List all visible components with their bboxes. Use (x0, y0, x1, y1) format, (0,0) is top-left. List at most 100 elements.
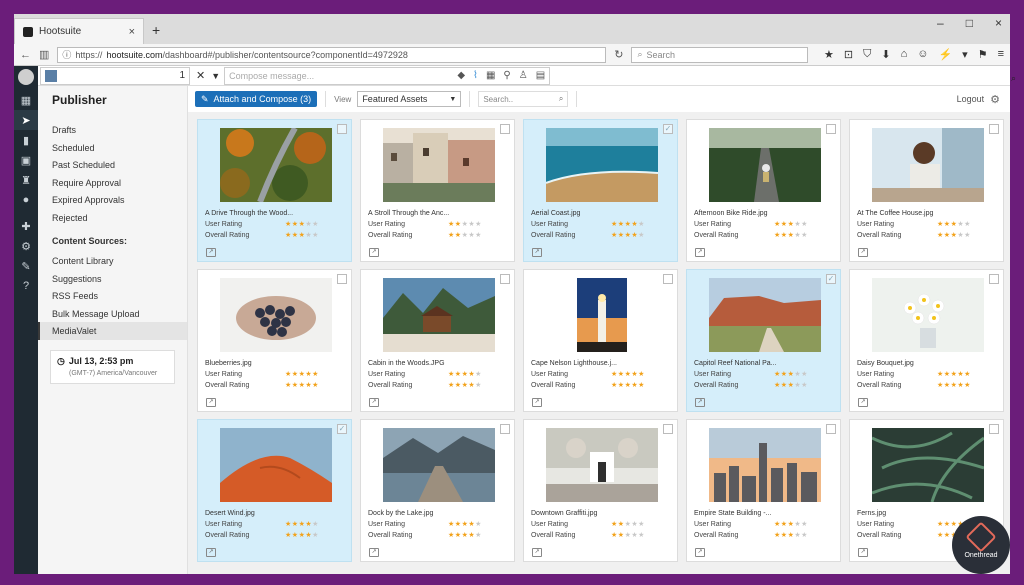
sidebar-item-suggestions[interactable]: Suggestions (38, 270, 187, 288)
bookmark-star-icon[interactable]: ★ (824, 48, 834, 61)
home-icon[interactable]: ⌂ (901, 48, 908, 61)
asset-thumbnail[interactable] (220, 128, 332, 202)
user-rating-stars[interactable]: ★★★★★ (285, 520, 319, 528)
location-icon[interactable]: ⚲ (503, 70, 510, 81)
download-icon[interactable]: ⬇ (881, 48, 890, 61)
asset-card[interactable]: ✓ Aerial Coast.jpg User Rating ★★★★★ Overall… (523, 119, 678, 262)
back-icon[interactable]: ← (20, 49, 31, 61)
search-icon[interactable]: ⌕ (559, 94, 563, 104)
asset-checkbox[interactable] (989, 124, 999, 134)
tag-icon[interactable]: ◆ (457, 70, 465, 81)
contests-icon[interactable]: ♜ (14, 170, 38, 190)
asset-thumbnail[interactable] (872, 278, 984, 352)
user-rating-stars[interactable]: ★★★★★ (937, 220, 971, 228)
minimize-button[interactable]: – (937, 16, 944, 30)
asset-card[interactable]: A Stroll Through the Anc... User Rating ★★… (360, 119, 515, 262)
user-rating-stars[interactable]: ★★★★★ (285, 370, 319, 378)
asset-checkbox[interactable]: ✓ (826, 274, 836, 284)
user-rating-stars[interactable]: ★★★★★ (448, 220, 482, 228)
share-icon[interactable]: ↗ (858, 548, 868, 557)
asset-thumbnail[interactable] (709, 278, 821, 352)
asset-card[interactable]: Empire State Building -... User Rating ★★★… (686, 419, 841, 562)
asset-card[interactable]: Daisy Bouquet.jpg User Rating ★★★★★ Overall… (849, 269, 1004, 412)
user-rating-stars[interactable]: ★★★★★ (774, 370, 808, 378)
asset-thumbnail[interactable] (383, 278, 495, 352)
asset-thumbnail[interactable] (577, 278, 627, 352)
share-icon[interactable]: ↗ (532, 398, 542, 407)
asset-checkbox[interactable] (826, 424, 836, 434)
sidebar-item-rejected[interactable]: Rejected (38, 209, 187, 227)
clipboard-icon[interactable]: ⊡ (844, 48, 853, 61)
apps-icon[interactable]: ✚ (14, 216, 38, 236)
asset-thumbnail[interactable] (383, 128, 495, 202)
menu-icon[interactable]: ≡ (998, 48, 1004, 61)
sidebar-item-rss-feeds[interactable]: RSS Feeds (38, 287, 187, 305)
attach-icon[interactable]: ⌇ (473, 70, 478, 81)
asset-card[interactable]: ✓ Capitol Reef National Pa... User Rating ★… (686, 269, 841, 412)
maximize-button[interactable]: □ (966, 16, 973, 30)
publisher-icon[interactable]: ➤ (14, 110, 38, 130)
asset-thumbnail[interactable] (709, 428, 821, 502)
chat-icon[interactable]: ☺ (917, 48, 928, 61)
reload-icon[interactable]: ↻ (614, 48, 623, 61)
asset-thumbnail[interactable] (546, 128, 658, 202)
url-bar[interactable]: ⓘ https://hootsuite.com/dashboard#/publi… (57, 46, 607, 63)
sidebar-item-content-library[interactable]: Content Library (38, 252, 187, 270)
sidebar-item-require-approval[interactable]: Require Approval (38, 174, 187, 192)
asset-checkbox[interactable] (663, 424, 673, 434)
flag-icon[interactable]: ⚑ (978, 48, 988, 61)
user-rating-stars[interactable]: ★★★★★ (774, 520, 808, 528)
share-icon[interactable]: ↗ (858, 398, 868, 407)
tab-close-icon[interactable]: × (129, 26, 135, 38)
sidebar-item-drafts[interactable]: Drafts (38, 121, 187, 139)
streams-icon[interactable]: ▦ (14, 90, 38, 110)
asset-card[interactable]: Cape Nelson Lighthouse.j... User Rating ★★… (523, 269, 678, 412)
user-rating-stars[interactable]: ★★★★★ (448, 520, 482, 528)
extension-icon[interactable]: ⚡ (938, 48, 952, 61)
sidebar-item-past-scheduled[interactable]: Past Scheduled (38, 156, 187, 174)
asset-thumbnail[interactable] (383, 428, 495, 502)
close-window-button[interactable]: × (995, 16, 1002, 30)
asset-thumbnail[interactable] (872, 128, 984, 202)
user-rating-stars[interactable]: ★★★★★ (611, 520, 645, 528)
asset-checkbox[interactable] (989, 274, 999, 284)
profile-selector[interactable]: 1 (40, 66, 190, 85)
share-icon[interactable]: ↗ (369, 398, 379, 407)
attach-compose-button[interactable]: ✎ Attach and Compose (3) (195, 91, 318, 107)
compose-input[interactable]: Compose message... ◆ ⌇ ▦ ⚲ ♙ ▤ (224, 66, 551, 85)
gear-icon[interactable]: ⚙ (990, 93, 1000, 106)
assignments-icon[interactable]: ▣ (14, 150, 38, 170)
dropdown-icon[interactable]: ▾ (962, 48, 968, 61)
logout-link[interactable]: Logout (957, 94, 985, 104)
contacts-icon[interactable]: ● (14, 190, 38, 210)
share-icon[interactable]: ↗ (532, 248, 542, 257)
share-icon[interactable]: ↗ (369, 248, 379, 257)
asset-thumbnail[interactable] (709, 128, 821, 202)
asset-checkbox[interactable] (989, 424, 999, 434)
asset-checkbox[interactable] (500, 124, 510, 134)
pocket-icon[interactable]: ⛉ (863, 48, 871, 61)
calendar-icon[interactable]: ▦ (486, 70, 495, 81)
asset-card[interactable]: Cabin in the Woods.JPG User Rating ★★★★★ Ov… (360, 269, 515, 412)
user-rating-stars[interactable]: ★★★★★ (611, 220, 645, 228)
sidebar-item-scheduled[interactable]: Scheduled (38, 139, 187, 157)
asset-thumbnail[interactable] (872, 428, 984, 502)
asset-card[interactable]: Blueberries.jpg User Rating ★★★★★ Overall R… (197, 269, 352, 412)
info-icon[interactable]: ⓘ (62, 48, 71, 61)
asset-thumbnail[interactable] (546, 428, 658, 502)
browser-tab[interactable]: Hootsuite × (14, 18, 144, 44)
asset-checkbox[interactable] (500, 274, 510, 284)
asset-checkbox[interactable] (337, 274, 347, 284)
asset-card[interactable]: Afternoon Bike Ride.jpg User Rating ★★★★★ O… (686, 119, 841, 262)
asset-checkbox[interactable]: ✓ (337, 424, 347, 434)
user-rating-stars[interactable]: ★★★★★ (285, 220, 319, 228)
library-icon[interactable]: ▥ (39, 48, 49, 61)
asset-checkbox[interactable] (826, 124, 836, 134)
clear-profiles-icon[interactable]: ✕ (196, 69, 205, 82)
sidebar-item-expired-approvals[interactable]: Expired Approvals (38, 191, 187, 209)
user-rating-stars[interactable]: ★★★★★ (937, 370, 971, 378)
asset-card[interactable]: Downtown Graffiti.jpg User Rating ★★★★★ Ove… (523, 419, 678, 562)
share-icon[interactable]: ↗ (206, 548, 216, 557)
settings-icon[interactable]: ⚙ (14, 236, 38, 256)
asset-checkbox[interactable] (337, 124, 347, 134)
